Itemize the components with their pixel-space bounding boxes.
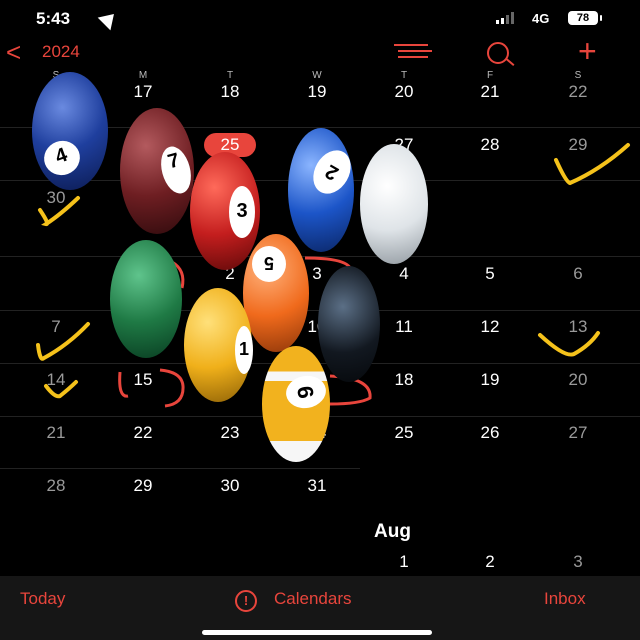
today-button[interactable]: Today bbox=[20, 589, 65, 609]
home-indicator[interactable] bbox=[202, 630, 432, 635]
pool-ball-green bbox=[110, 240, 182, 358]
pool-ball-4: 4 bbox=[32, 72, 108, 190]
pool-ball-9: 9 bbox=[262, 346, 330, 462]
ball-number: 3 bbox=[229, 186, 255, 238]
calendars-button[interactable]: Calendars bbox=[274, 589, 352, 609]
pool-ball-cue bbox=[360, 144, 428, 264]
circle-mark-icon bbox=[118, 368, 185, 408]
pool-ball-1: 1 bbox=[184, 288, 253, 402]
pool-ball-2: 2 bbox=[288, 128, 359, 252]
pool-ball-5: 5 bbox=[243, 234, 309, 352]
checkmark-icon bbox=[36, 322, 90, 361]
ball-number: 9 bbox=[283, 372, 329, 412]
inbox-button[interactable]: Inbox bbox=[544, 589, 586, 609]
checkmark-icon bbox=[38, 196, 80, 227]
checkmark-icon bbox=[44, 380, 78, 399]
pool-ball-black bbox=[318, 266, 380, 382]
pool-ball-7: 7 bbox=[120, 108, 196, 234]
checkmark-icon bbox=[538, 331, 600, 357]
pool-ball-3: 3 bbox=[190, 152, 260, 270]
checkmark-icon bbox=[554, 143, 630, 186]
ball-number: 7 bbox=[156, 143, 196, 197]
calendars-alert-icon[interactable]: ! bbox=[235, 590, 257, 612]
ball-number: 1 bbox=[235, 326, 253, 374]
ball-number: 4 bbox=[39, 135, 85, 181]
ball-number: 5 bbox=[252, 246, 286, 282]
